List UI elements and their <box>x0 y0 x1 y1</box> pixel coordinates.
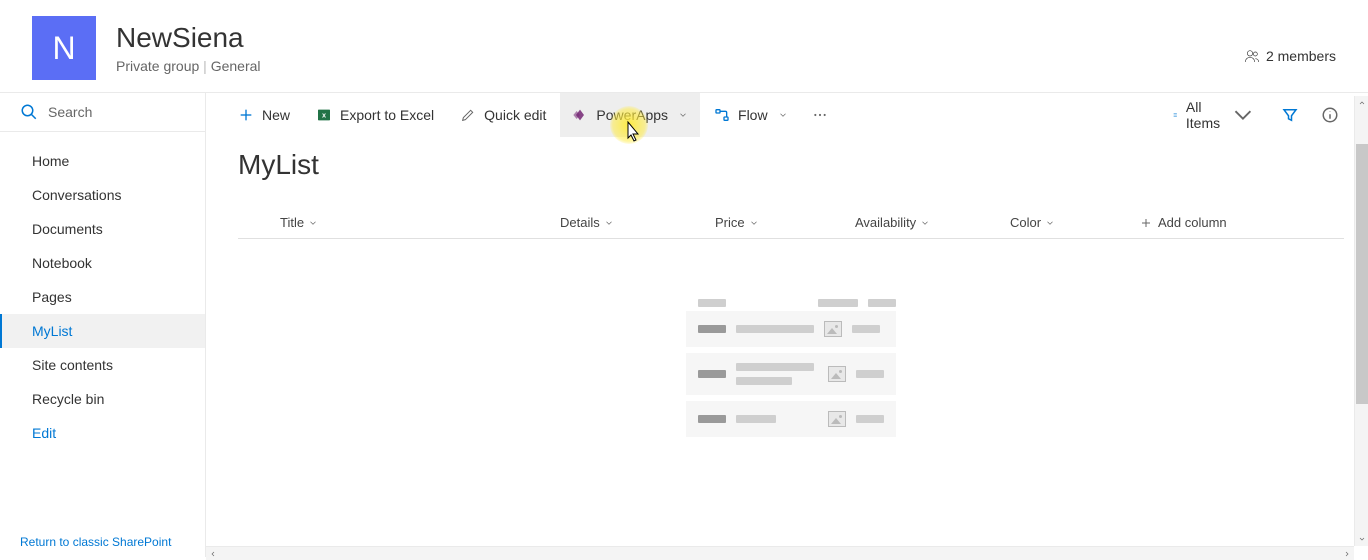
add-column-label: Add column <box>1158 215 1227 230</box>
col-availability[interactable]: Availability <box>855 215 1010 230</box>
site-subtitle: Private group | General <box>116 58 1336 74</box>
more-commands-button[interactable] <box>802 93 838 137</box>
col-availability-label: Availability <box>855 215 916 230</box>
vertical-scrollbar[interactable] <box>1354 96 1368 546</box>
filter-button[interactable] <box>1272 93 1308 137</box>
plus-icon <box>238 107 254 123</box>
list-view-icon <box>1172 107 1178 123</box>
powerapps-icon <box>572 107 588 123</box>
col-details[interactable]: Details <box>560 215 715 230</box>
flow-icon <box>714 107 730 123</box>
side-nav: Home Conversations Documents Notebook Pa… <box>0 132 205 523</box>
pencil-icon <box>460 107 476 123</box>
info-icon <box>1321 106 1339 124</box>
col-details-label: Details <box>560 215 600 230</box>
quick-edit-label: Quick edit <box>484 107 546 123</box>
site-title[interactable]: NewSiena <box>116 22 1336 54</box>
classic-sharepoint-link[interactable]: Return to classic SharePoint <box>0 523 205 557</box>
col-title[interactable]: Title <box>280 215 560 230</box>
scroll-left-arrow[interactable] <box>206 547 220 560</box>
export-excel-button[interactable]: x Export to Excel <box>304 93 446 137</box>
scroll-down-arrow[interactable] <box>1355 532 1368 546</box>
members-button[interactable]: 2 members <box>1244 48 1336 64</box>
nav-recycle-bin[interactable]: Recycle bin <box>0 382 205 416</box>
view-selector[interactable]: All Items <box>1162 93 1268 137</box>
scroll-right-arrow[interactable] <box>1340 547 1354 560</box>
nav-notebook[interactable]: Notebook <box>0 246 205 280</box>
chevron-down-icon <box>604 218 614 228</box>
list-area: MyList Title Details Price <box>206 137 1368 557</box>
chevron-down-icon <box>308 218 318 228</box>
chevron-down-icon <box>1228 100 1258 130</box>
col-color[interactable]: Color <box>1010 215 1140 230</box>
members-icon <box>1244 48 1260 64</box>
ellipsis-icon <box>812 107 828 123</box>
flow-label: Flow <box>738 107 768 123</box>
search-icon <box>20 103 38 121</box>
command-bar: New x Export to Excel Quick edit PowerAp… <box>206 93 1368 137</box>
powerapps-label: PowerApps <box>596 107 668 123</box>
site-info: NewSiena Private group | General <box>116 22 1336 74</box>
nav-home[interactable]: Home <box>0 144 205 178</box>
powerapps-button[interactable]: PowerApps <box>560 93 700 137</box>
nav-site-contents[interactable]: Site contents <box>0 348 205 382</box>
excel-icon: x <box>316 107 332 123</box>
access-level: General <box>211 58 261 74</box>
search-box[interactable]: Search <box>0 93 205 132</box>
list-title: MyList <box>238 149 1344 181</box>
left-column: Search Home Conversations Documents Note… <box>0 93 206 557</box>
chevron-down-icon <box>749 218 759 228</box>
export-label: Export to Excel <box>340 107 434 123</box>
empty-list-placeholder <box>686 299 896 437</box>
scroll-thumb[interactable] <box>1356 144 1368 404</box>
search-placeholder: Search <box>48 104 92 120</box>
plus-icon <box>1140 217 1152 229</box>
column-headers: Title Details Price Availability <box>238 209 1344 239</box>
nav-mylist[interactable]: MyList <box>0 314 205 348</box>
site-logo[interactable]: N <box>32 16 96 80</box>
col-color-label: Color <box>1010 215 1041 230</box>
nav-documents[interactable]: Documents <box>0 212 205 246</box>
site-header: N NewSiena Private group | General 2 mem… <box>0 0 1368 93</box>
group-type: Private group <box>116 58 199 74</box>
view-label: All Items <box>1186 99 1220 131</box>
horizontal-scrollbar[interactable] <box>206 546 1354 560</box>
chevron-down-icon <box>678 110 688 120</box>
nav-pages[interactable]: Pages <box>0 280 205 314</box>
nav-edit[interactable]: Edit <box>0 416 205 450</box>
new-button[interactable]: New <box>226 93 302 137</box>
nav-conversations[interactable]: Conversations <box>0 178 205 212</box>
scroll-up-arrow[interactable] <box>1355 96 1368 110</box>
col-price[interactable]: Price <box>715 215 855 230</box>
content-area: New x Export to Excel Quick edit PowerAp… <box>206 93 1368 557</box>
col-title-label: Title <box>280 215 304 230</box>
add-column-button[interactable]: Add column <box>1140 215 1227 230</box>
col-price-label: Price <box>715 215 745 230</box>
members-label: 2 members <box>1266 48 1336 64</box>
chevron-down-icon <box>778 110 788 120</box>
chevron-down-icon <box>920 218 930 228</box>
flow-button[interactable]: Flow <box>702 93 800 137</box>
filter-icon <box>1281 106 1299 124</box>
chevron-down-icon <box>1045 218 1055 228</box>
info-button[interactable] <box>1312 93 1348 137</box>
quick-edit-button[interactable]: Quick edit <box>448 93 558 137</box>
new-label: New <box>262 107 290 123</box>
separator: | <box>199 58 210 74</box>
